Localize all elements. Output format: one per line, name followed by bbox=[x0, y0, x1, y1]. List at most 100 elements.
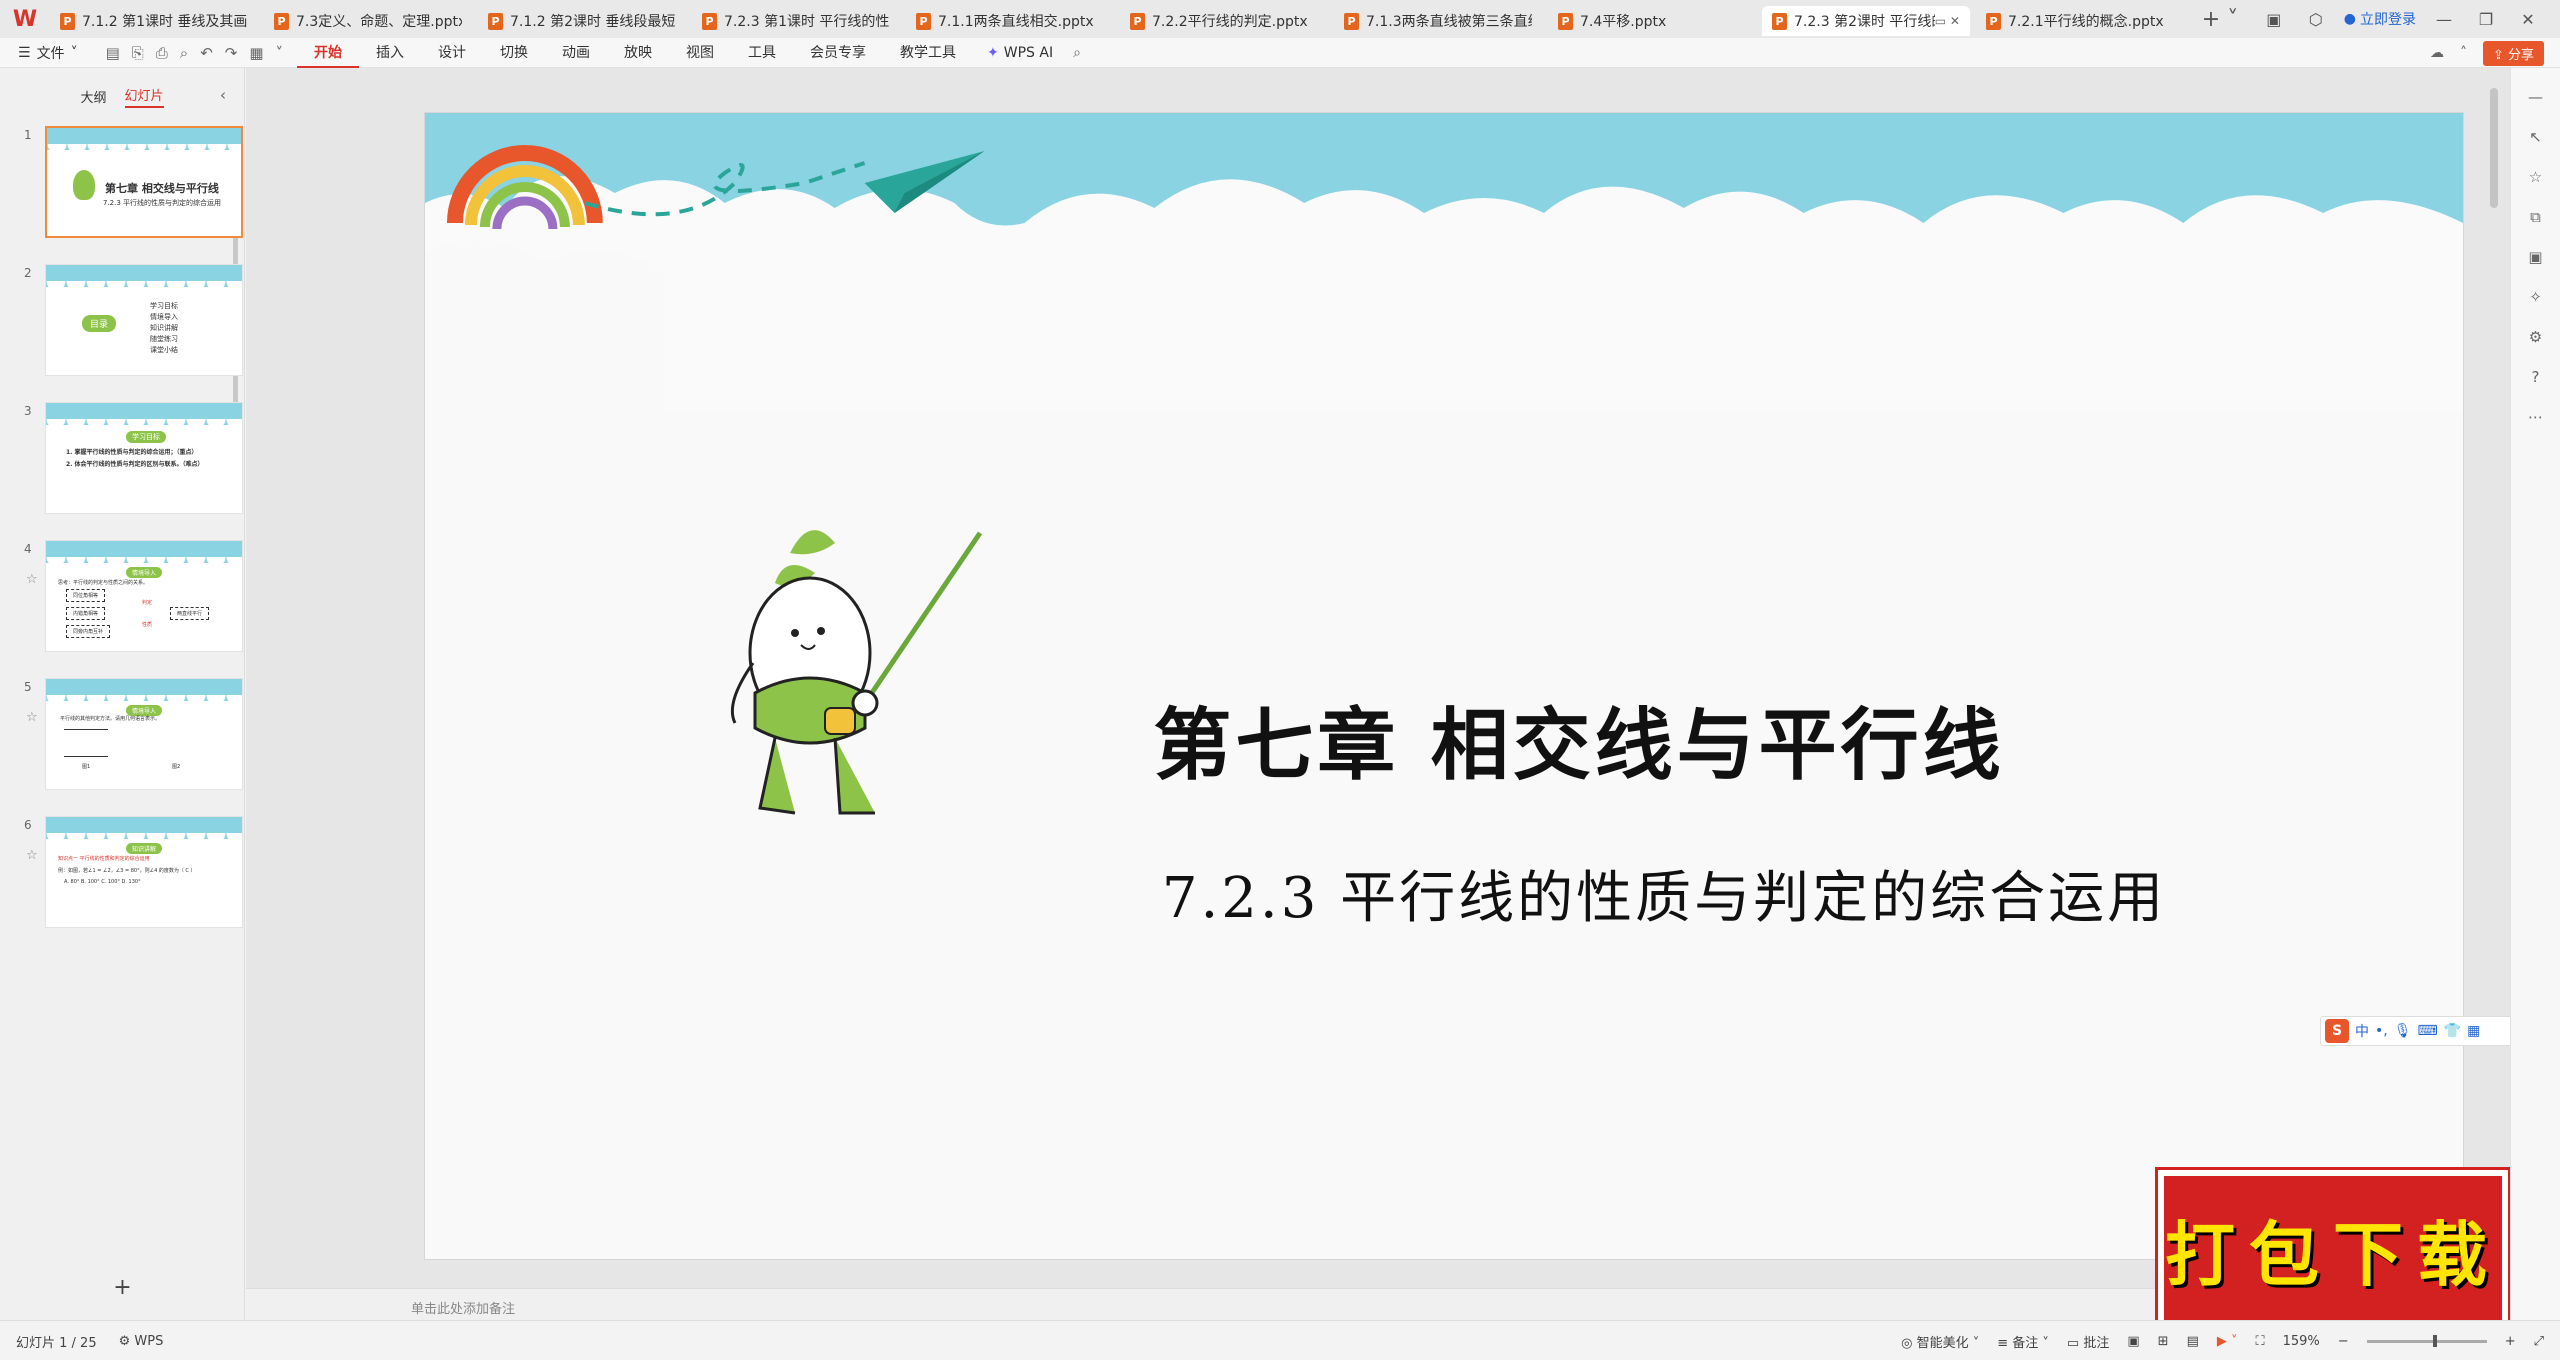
pptx-file-icon: P bbox=[1558, 12, 1573, 30]
login-button[interactable]: ● 立即登录 bbox=[2344, 9, 2416, 29]
doc-tab[interactable]: P 7.1.1两条直线相交.pptx bbox=[906, 6, 1114, 36]
doc-tab[interactable]: P 7.3定义、命题、定理.pptx bbox=[264, 6, 472, 36]
notes-icon: ≡ bbox=[1997, 1335, 2013, 1351]
current-slide[interactable]: 第七章 相交线与平行线 7.2.3 平行线的性质与判定的综合运用 bbox=[424, 112, 2464, 1260]
tab-close-icon[interactable]: ▭ ✕ bbox=[1935, 14, 1960, 28]
pptx-file-icon: P bbox=[60, 12, 75, 30]
tab-teaching-tools[interactable]: 教学工具 bbox=[883, 38, 973, 68]
smart-beautify-button[interactable]: ◎ 智能美化 ˅ bbox=[1901, 1332, 1979, 1351]
skin-icon[interactable]: 👕 bbox=[2444, 1023, 2461, 1039]
chevron-down-icon: ˅ bbox=[70, 44, 78, 61]
comments-toggle[interactable]: ▭ 批注 bbox=[2067, 1332, 2109, 1351]
help-icon[interactable]: ? bbox=[2532, 368, 2540, 386]
menubar-right-controls: ☁ ˄ ⇪ 分享 bbox=[2430, 38, 2544, 68]
close-button[interactable]: ✕ bbox=[2514, 10, 2542, 29]
add-slide-button[interactable]: + bbox=[0, 1275, 245, 1300]
chevron-down-icon[interactable]: ˅ bbox=[276, 44, 284, 62]
canvas-scrollbar[interactable] bbox=[2490, 88, 2498, 208]
doc-tab[interactable]: P7.2.3 第1课时 平行线的性质.pp bbox=[692, 6, 900, 36]
tab-transition[interactable]: 切换 bbox=[483, 38, 545, 68]
zoom-level[interactable]: 159% bbox=[2283, 1334, 2320, 1349]
doc-tab[interactable]: P 7.2.1平行线的概念.pptx bbox=[1976, 6, 2184, 36]
tab-member[interactable]: 会员专享 bbox=[793, 38, 883, 68]
slide-thumbnail[interactable]: 第七章 相交线与平行线 7.2.3 平行线的性质与判定的综合运用 bbox=[45, 126, 243, 238]
save-icon[interactable]: ▤ bbox=[106, 44, 120, 62]
slide-subtitle[interactable]: 7.2.3 平行线的性质与判定的综合运用 bbox=[425, 853, 2463, 934]
cloud-sync-icon[interactable]: ☁ bbox=[2430, 45, 2444, 61]
zoom-in-icon[interactable]: + bbox=[2505, 1334, 2516, 1349]
tab-home[interactable]: 开始 bbox=[297, 38, 360, 68]
slide-thumbnail[interactable]: 情境导入 平行线的其他判定方法。请用几何语言表示。 图1 图2 bbox=[45, 678, 243, 790]
ime-toolbar[interactable]: S 中 •, 🎙 ⌨ 👕 ▦ bbox=[2320, 1016, 2530, 1046]
wps-ai-button[interactable]: ✦ WPS AI bbox=[973, 45, 1067, 61]
play-slideshow-icon[interactable]: ▶ ˅ bbox=[2217, 1334, 2238, 1349]
doc-tab[interactable]: P 7.2.2平行线的判定.pptx bbox=[1120, 6, 1328, 36]
slide-thumbnail[interactable]: 学习目标 1. 掌握平行线的性质与判定的综合运用；（重点） 2. 体会平行线的性… bbox=[45, 402, 243, 514]
punctuation-icon[interactable]: •, bbox=[2375, 1023, 2388, 1039]
normal-view-icon[interactable]: ▣ bbox=[2127, 1334, 2139, 1349]
keyboard-icon[interactable]: ⌨ bbox=[2418, 1023, 2438, 1039]
grid-icon[interactable]: ▦ bbox=[2467, 1023, 2480, 1039]
tab-insert[interactable]: 插入 bbox=[359, 38, 421, 68]
fullscreen-icon[interactable]: ⤢ bbox=[2534, 1334, 2544, 1349]
restore-button[interactable]: ❐ bbox=[2472, 10, 2500, 29]
magic-icon[interactable]: ✧ bbox=[2529, 288, 2542, 306]
undo-icon[interactable]: ↶ bbox=[200, 44, 213, 62]
redo-icon[interactable]: ↷ bbox=[225, 44, 238, 62]
thumb-banner bbox=[46, 817, 242, 847]
star-icon[interactable]: ☆ bbox=[26, 572, 38, 587]
zoom-out-icon[interactable]: − bbox=[2338, 1334, 2349, 1349]
print-icon[interactable]: ⎙ bbox=[156, 44, 168, 62]
slide-title[interactable]: 第七章 相交线与平行线 bbox=[425, 683, 2463, 795]
microphone-icon[interactable]: 🎙 bbox=[2394, 1023, 2412, 1039]
print-preview-icon[interactable]: ⌕ bbox=[180, 44, 188, 62]
doc-tab[interactable]: P7.1.2 第1课时 垂线及其画法.pp bbox=[50, 6, 258, 36]
image-icon[interactable]: ▣ bbox=[2528, 248, 2542, 266]
hamburger-icon: ☰ bbox=[18, 44, 31, 61]
share-button[interactable]: ⇪ 分享 bbox=[2482, 40, 2544, 66]
tab-view[interactable]: 视图 bbox=[669, 38, 731, 68]
tab-tools[interactable]: 工具 bbox=[731, 38, 793, 68]
wps-logo-icon[interactable]: W bbox=[0, 0, 50, 38]
file-menu[interactable]: ☰ 文件 ˅ bbox=[0, 43, 92, 63]
tab-outline[interactable]: 大纲 bbox=[80, 87, 106, 106]
tab-animation[interactable]: 动画 bbox=[545, 38, 607, 68]
doc-tab[interactable]: P 7.4平移.pptx bbox=[1548, 6, 1756, 36]
doc-tab[interactable]: P7.1.2 第2课时 垂线段最短.pptx bbox=[478, 6, 686, 36]
figure-lines bbox=[64, 729, 108, 757]
tab-design[interactable]: 设计 bbox=[421, 38, 483, 68]
tab-slides[interactable]: 幻灯片 bbox=[124, 85, 164, 108]
slide-thumbnail[interactable]: 知识讲解 知识点一 平行线的性质和判定的综合运用 例：如图，若∠1 = ∠2，∠… bbox=[45, 816, 243, 928]
copy-icon[interactable]: ⧉ bbox=[2530, 208, 2541, 226]
pointer-icon[interactable]: ↖ bbox=[2529, 128, 2542, 146]
cube-icon[interactable]: ⬡ bbox=[2302, 10, 2330, 29]
minimize-button[interactable]: — bbox=[2430, 10, 2458, 29]
star-icon[interactable]: ☆ bbox=[2529, 168, 2542, 186]
star-icon[interactable]: ☆ bbox=[26, 710, 38, 725]
wps-status[interactable]: ⚙ WPS bbox=[119, 1334, 164, 1349]
download-promo-banner[interactable]: 打包下载 bbox=[2158, 1170, 2508, 1328]
doc-tab-active[interactable]: P 7.2.3 第2课时 平行线的 ▭ ✕ bbox=[1762, 6, 1970, 36]
notes-toggle[interactable]: ≡ 备注 ˅ bbox=[1997, 1332, 2049, 1351]
zoom-slider[interactable] bbox=[2366, 1334, 2487, 1347]
thumbnail-row[interactable]: 6 ☆ 知识讲解 知识点一 平行线的性质和判定的综合运用 例：如图，若∠1 = … bbox=[0, 816, 245, 998]
export-icon[interactable]: ⎘ bbox=[132, 44, 144, 62]
more-icon[interactable]: ⋯ bbox=[2528, 408, 2543, 426]
search-icon[interactable]: ⌕ bbox=[1067, 45, 1081, 61]
slide-thumbnail[interactable]: 情境导入 思考：平行线的判定与性质之间的关系。 同位角相等 内错角相等 同旁内角… bbox=[45, 540, 243, 652]
reading-view-icon[interactable]: ▤ bbox=[2187, 1334, 2199, 1349]
window-layout-icon[interactable]: ▣ bbox=[2260, 10, 2288, 29]
fit-window-icon[interactable]: ⛶ bbox=[2256, 1334, 2265, 1349]
tab-slideshow[interactable]: 放映 bbox=[607, 38, 669, 68]
star-icon[interactable]: ☆ bbox=[26, 848, 38, 863]
panel-tabs: 大纲 幻灯片 ‹ bbox=[0, 68, 244, 124]
format-painter-icon[interactable]: ▦ bbox=[249, 44, 263, 62]
minus-icon[interactable]: — bbox=[2528, 88, 2543, 106]
settings-icon[interactable]: ⚙ bbox=[2529, 328, 2542, 346]
sorter-view-icon[interactable]: ⊞ bbox=[2158, 1334, 2169, 1349]
doc-tab[interactable]: P7.1.3两条直线被第三条直线所截 bbox=[1334, 6, 1542, 36]
new-tab-button[interactable]: + ˅ bbox=[2198, 7, 2242, 32]
slide-thumbnail[interactable]: 目录 学习目标 情境导入 知识讲解 随堂练习 课堂小结 bbox=[45, 264, 243, 376]
chevron-up-icon[interactable]: ˄ bbox=[2460, 45, 2467, 61]
collapse-panel-icon[interactable]: ‹ bbox=[220, 86, 226, 104]
